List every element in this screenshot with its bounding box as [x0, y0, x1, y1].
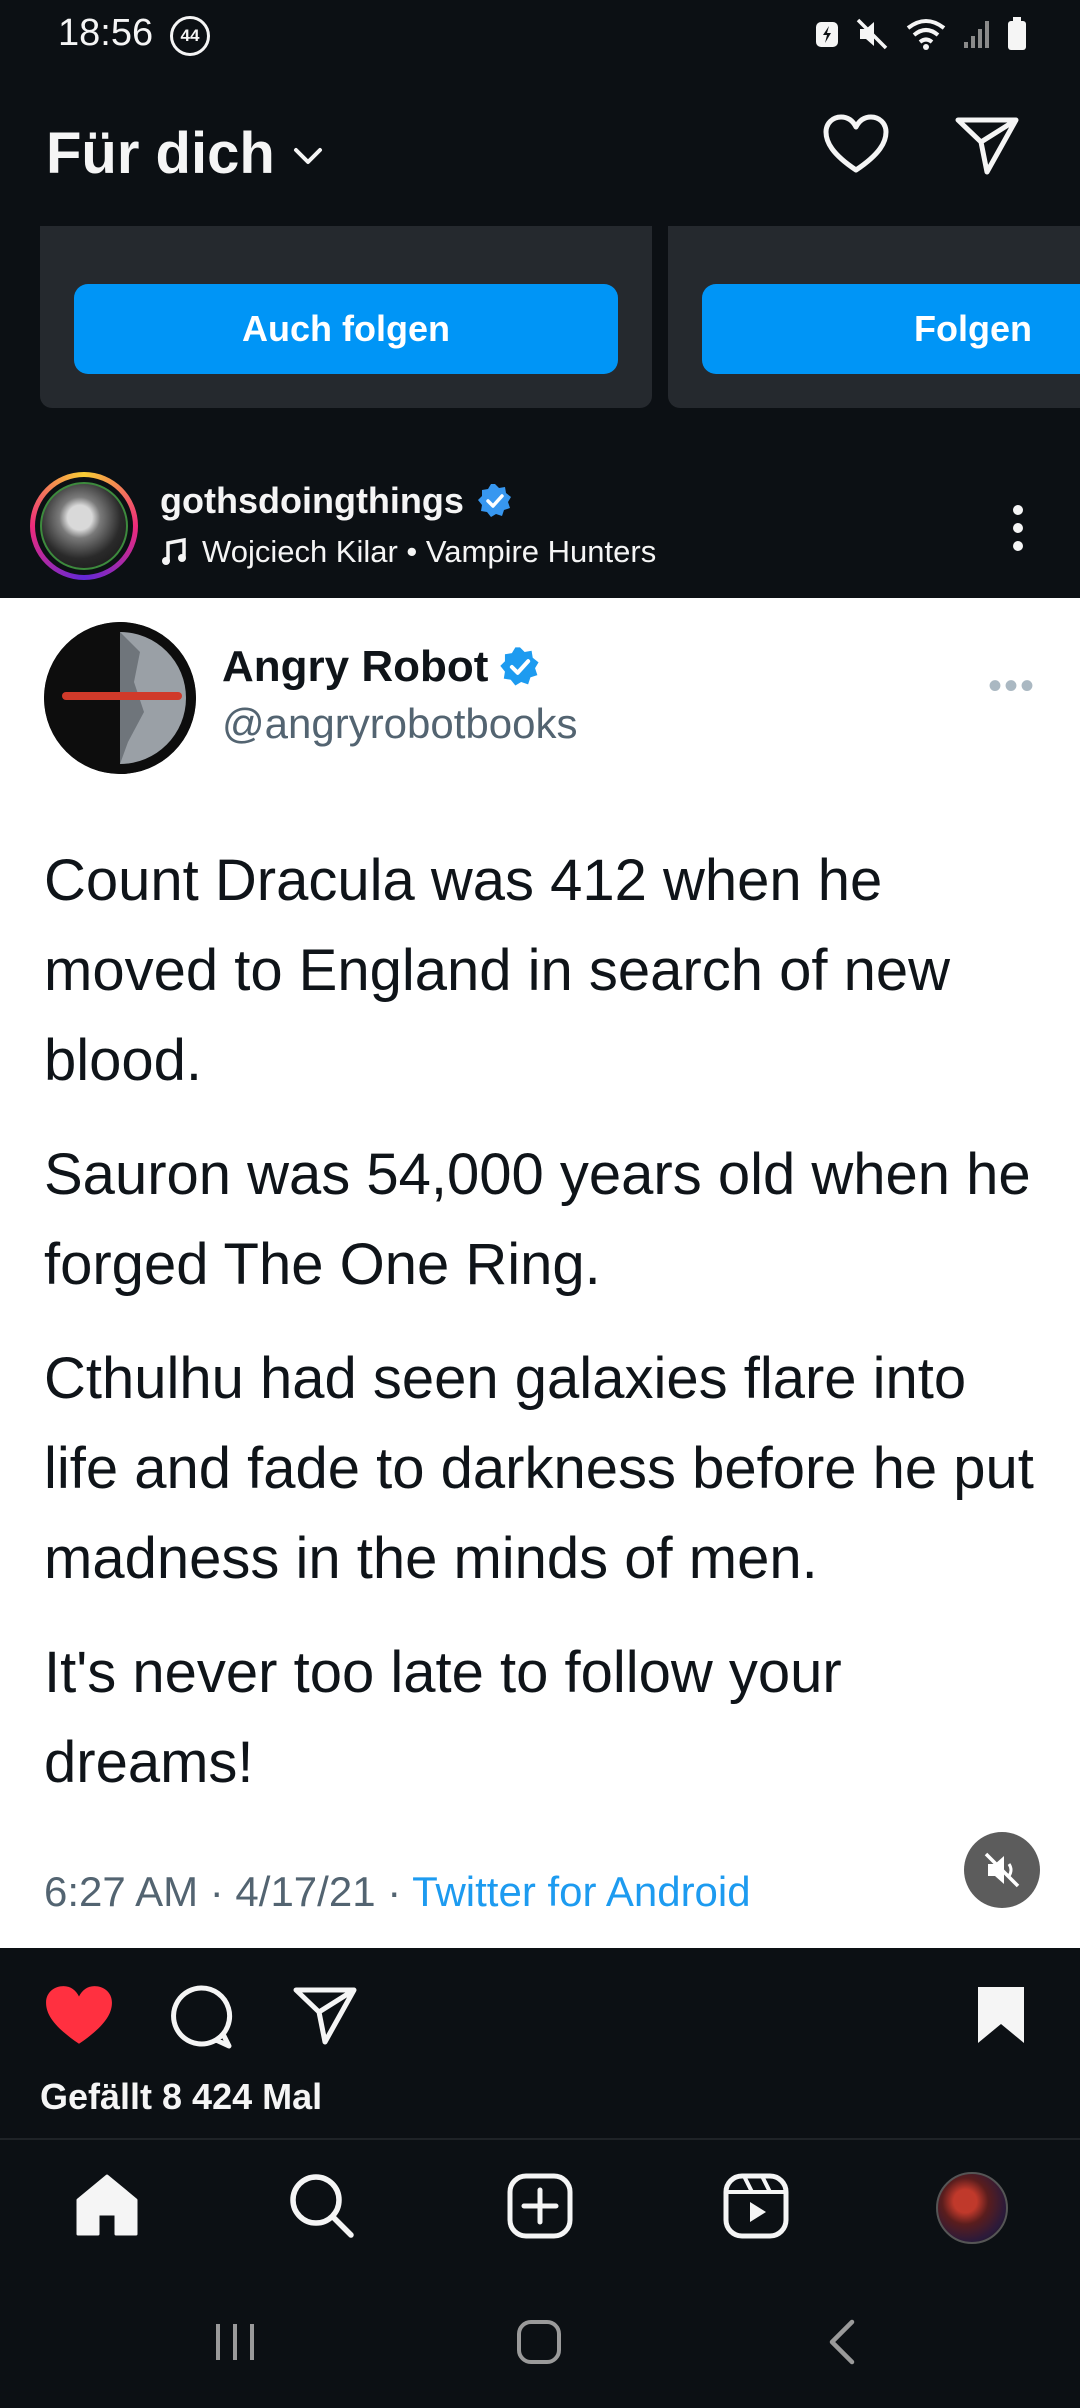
battery-icon: [1008, 17, 1026, 50]
send-icon[interactable]: [954, 114, 1020, 176]
tweet-meta: 6:27 AM · 4/17/21 · Twitter for Android: [44, 1868, 751, 1916]
bottom-navigation: [0, 2138, 1080, 2274]
tweet-avatar: [44, 622, 196, 774]
status-icons: [814, 14, 1028, 54]
profile-avatar[interactable]: [936, 2172, 1008, 2244]
story-ring[interactable]: [30, 472, 138, 580]
back-icon[interactable]: [818, 2318, 868, 2366]
suggestion-card: Auch folgen: [40, 226, 652, 408]
audio-mute-button[interactable]: [964, 1832, 1040, 1908]
feed-header: Für dich: [0, 70, 1080, 226]
share-send-icon[interactable]: [292, 1984, 358, 2046]
like-heart-icon[interactable]: [44, 1984, 114, 2048]
more-options-icon[interactable]: [1000, 502, 1036, 554]
tweet-text: Count Dracula was 412 when he moved to E…: [44, 836, 1054, 1832]
audio-label: Wojciech Kilar • Vampire Hunters: [202, 534, 657, 569]
create-icon[interactable]: [506, 2172, 574, 2240]
tweet-paragraph: Cthulhu had seen galaxies flare into lif…: [44, 1346, 1034, 1591]
notification-count-badge: 44: [170, 16, 210, 56]
chevron-down-icon[interactable]: [290, 142, 326, 172]
feed-title[interactable]: Für dich: [46, 120, 275, 187]
tweet-paragraph: Sauron was 54,000 years old when he forg…: [44, 1142, 1031, 1297]
home-icon[interactable]: [74, 2172, 140, 2240]
reels-icon[interactable]: [722, 2172, 790, 2240]
audio-attribution[interactable]: Wojciech Kilar • Vampire Hunters: [160, 534, 656, 570]
status-bar: 18:56 44: [0, 0, 1080, 70]
tweet-timestamp: 6:27 AM · 4/17/21 ·: [44, 1868, 413, 1915]
post-header: gothsdoingthings Wojciech Kilar • Vampir…: [0, 446, 1080, 598]
tweet-source: Twitter for Android: [412, 1868, 751, 1915]
tweet-author: Angry Robot: [222, 642, 542, 692]
recent-apps-icon[interactable]: [210, 2318, 260, 2366]
post-media[interactable]: Angry Robot @angryrobotbooks ••• Count D…: [0, 598, 1080, 1948]
angry-robot-logo: [44, 622, 196, 774]
battery-saver-icon: [816, 22, 838, 47]
suggested-accounts-carousel[interactable]: Auch folgen Folgen: [0, 226, 1080, 416]
username-label: gothsdoingthings: [160, 480, 464, 521]
status-time: 18:56: [58, 12, 154, 54]
mute-icon: [856, 18, 888, 50]
save-bookmark-icon[interactable]: [974, 1984, 1028, 2046]
follow-button[interactable]: Folgen: [702, 284, 1080, 374]
speaker-muted-icon: [984, 1852, 1020, 1888]
tweet-paragraph: It's never too late to follow your dream…: [44, 1640, 842, 1795]
tweet-paragraph: Count Dracula was 412 when he moved to E…: [44, 848, 950, 1093]
likes-count[interactable]: Gefällt 8 424 Mal: [40, 2076, 322, 2118]
suggestion-card: Folgen: [668, 226, 1080, 408]
heart-icon[interactable]: [822, 114, 890, 176]
follow-back-button[interactable]: Auch folgen: [74, 284, 618, 374]
system-navigation-bar: [0, 2274, 1080, 2408]
tweet-more-icon: •••: [988, 664, 1037, 708]
tweet-author-name: Angry Robot: [222, 642, 489, 691]
post-username[interactable]: gothsdoingthings: [160, 480, 514, 522]
signal-icon: [964, 21, 989, 48]
tweet-handle: @angryrobotbooks: [222, 700, 578, 747]
wifi-icon: [906, 19, 946, 50]
home-button-icon[interactable]: [514, 2318, 564, 2366]
comment-icon[interactable]: [168, 1984, 234, 2050]
search-icon[interactable]: [288, 2172, 356, 2240]
music-note-icon: [162, 537, 186, 565]
post-actions: Gefällt 8 424 Mal: [0, 1948, 1080, 2138]
verified-badge-icon: [477, 484, 511, 517]
verified-badge-icon: [500, 647, 539, 686]
avatar: [40, 482, 128, 570]
